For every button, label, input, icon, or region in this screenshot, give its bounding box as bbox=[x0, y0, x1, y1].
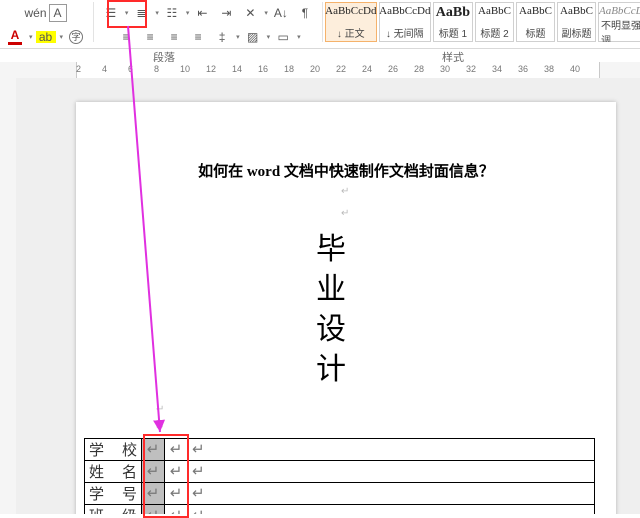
cover-field-label[interactable]: 班 级 bbox=[85, 505, 142, 515]
styles-group-label: 样式 bbox=[266, 49, 640, 63]
cover-cell[interactable]: ↵ bbox=[165, 505, 188, 515]
align-right-button[interactable]: ≡ bbox=[163, 26, 185, 48]
horizontal-ruler[interactable]: 246810121416182022242628303234363840 bbox=[16, 62, 640, 79]
document-heading[interactable]: 如何在 word 文档中快速制作文档封面信息？ bbox=[76, 160, 616, 181]
chevron-down-icon[interactable]: ▾ bbox=[297, 33, 301, 41]
chevron-down-icon[interactable]: ▾ bbox=[186, 9, 190, 17]
cover-cell[interactable]: ↵ bbox=[165, 439, 188, 461]
document-area[interactable]: 如何在 word 文档中快速制作文档封面信息？ ↵ ↵ 毕业设计 ↵ ↵ 学 校… bbox=[16, 78, 640, 514]
enclose-chars-button[interactable]: 字 bbox=[65, 26, 87, 48]
line-spacing-button[interactable]: ‡ bbox=[211, 26, 233, 48]
cover-cell[interactable]: ↵ bbox=[142, 439, 165, 461]
asian-layout-button[interactable]: ✕ bbox=[239, 2, 261, 24]
cover-cell[interactable]: ↵ bbox=[142, 505, 165, 515]
bullets-button[interactable]: ☰ bbox=[100, 2, 122, 24]
multilevel-list-button[interactable]: ☷ bbox=[161, 2, 183, 24]
borders-button[interactable]: ▭ bbox=[272, 26, 294, 48]
cover-cell[interactable]: ↵ bbox=[142, 483, 165, 505]
chevron-down-icon[interactable]: ▾ bbox=[236, 33, 240, 41]
style-标题[interactable]: AaBbC标题 bbox=[516, 2, 555, 42]
cover-field-value[interactable]: ↵ bbox=[188, 483, 595, 505]
chevron-down-icon[interactable]: ▾ bbox=[155, 9, 159, 17]
vertical-ruler[interactable] bbox=[0, 78, 17, 514]
sort-button[interactable]: A↓ bbox=[270, 2, 292, 24]
align-left-button[interactable]: ≡ bbox=[115, 26, 137, 48]
show-marks-button[interactable]: ¶ bbox=[294, 2, 316, 24]
paragraph-mark-icon: ↵ bbox=[341, 208, 349, 219]
styles-gallery[interactable]: AaBbCcDd↓ 正文AaBbCcDd↓ 无间隔AaBb标题 1AaBbC标题… bbox=[325, 0, 640, 42]
highlight-button[interactable]: ab bbox=[35, 26, 57, 48]
paragraph-group-label: 段落 bbox=[62, 49, 266, 63]
separator bbox=[93, 2, 94, 42]
shading-button[interactable]: ▨ bbox=[242, 26, 264, 48]
numbering-button[interactable]: ≣ bbox=[130, 2, 152, 24]
chevron-down-icon[interactable]: ▾ bbox=[125, 9, 129, 17]
char-border-button[interactable]: A bbox=[49, 4, 67, 22]
page[interactable]: 如何在 word 文档中快速制作文档封面信息？ ↵ ↵ 毕业设计 ↵ ↵ 学 校… bbox=[76, 102, 616, 514]
chevron-down-icon[interactable]: ▾ bbox=[60, 33, 64, 41]
style-不明显强调[interactable]: AaBbCcDd不明显强调 bbox=[598, 2, 640, 42]
chevron-down-icon[interactable]: ▾ bbox=[29, 33, 33, 41]
cover-info-table[interactable]: 学 校↵↵↵姓 名↵↵↵学 号↵↵↵班 级↵↵↵ bbox=[84, 438, 595, 514]
ribbon: wén A A ▾ ab ▾ 字 ☰▾ ≣▾ ☷▾ ⇤ ⇥ ✕▾ A↓ ¶ ≡ … bbox=[0, 0, 640, 49]
paragraph-group: ☰▾ ≣▾ ☷▾ ⇤ ⇥ ✕▾ A↓ ¶ ≡ ≡ ≡ ≡ ‡▾ ▨▾ ▭▾ bbox=[96, 0, 320, 48]
ruler-corner bbox=[0, 62, 17, 79]
paragraph-mark-icon: ↵ bbox=[341, 186, 349, 197]
chevron-down-icon[interactable]: ▾ bbox=[264, 9, 268, 17]
style-标题-2[interactable]: AaBbC标题 2 bbox=[475, 2, 514, 42]
cover-cell[interactable]: ↵ bbox=[142, 461, 165, 483]
table-row[interactable]: 姓 名↵↵↵ bbox=[85, 461, 595, 483]
phonetic-guide-button[interactable]: wén bbox=[25, 2, 47, 24]
cover-cell[interactable]: ↵ bbox=[165, 461, 188, 483]
table-row[interactable]: 学 校↵↵↵ bbox=[85, 439, 595, 461]
table-row[interactable]: 学 号↵↵↵ bbox=[85, 483, 595, 505]
align-center-button[interactable]: ≡ bbox=[139, 26, 161, 48]
increase-indent-button[interactable]: ⇥ bbox=[215, 2, 237, 24]
vertical-cover-title[interactable]: 毕业设计 bbox=[316, 230, 346, 390]
cover-field-value[interactable]: ↵ bbox=[188, 505, 595, 515]
table-row[interactable]: 班 级↵↵↵ bbox=[85, 505, 595, 515]
cover-field-label[interactable]: 学 号 bbox=[85, 483, 142, 505]
paragraph-mark-icon: ↵ bbox=[156, 422, 164, 433]
style-副标题[interactable]: AaBbC副标题 bbox=[557, 2, 596, 42]
paragraph-mark-icon: ↵ bbox=[156, 404, 164, 415]
cover-field-label[interactable]: 姓 名 bbox=[85, 461, 142, 483]
cover-cell[interactable]: ↵ bbox=[165, 483, 188, 505]
chevron-down-icon[interactable]: ▾ bbox=[267, 33, 271, 41]
font-color-button[interactable]: A bbox=[4, 26, 26, 48]
separator bbox=[322, 2, 323, 42]
cover-field-value[interactable]: ↵ bbox=[188, 461, 595, 483]
style-↓-无间隔[interactable]: AaBbCcDd↓ 无间隔 bbox=[379, 2, 431, 42]
style-标题-1[interactable]: AaBb标题 1 bbox=[433, 2, 473, 42]
style-↓-正文[interactable]: AaBbCcDd↓ 正文 bbox=[325, 2, 377, 42]
align-justify-button[interactable]: ≡ bbox=[187, 26, 209, 48]
cover-field-value[interactable]: ↵ bbox=[188, 439, 595, 461]
cover-field-label[interactable]: 学 校 bbox=[85, 439, 142, 461]
font-group: wén A A ▾ ab ▾ 字 bbox=[0, 0, 91, 48]
decrease-indent-button[interactable]: ⇤ bbox=[191, 2, 213, 24]
